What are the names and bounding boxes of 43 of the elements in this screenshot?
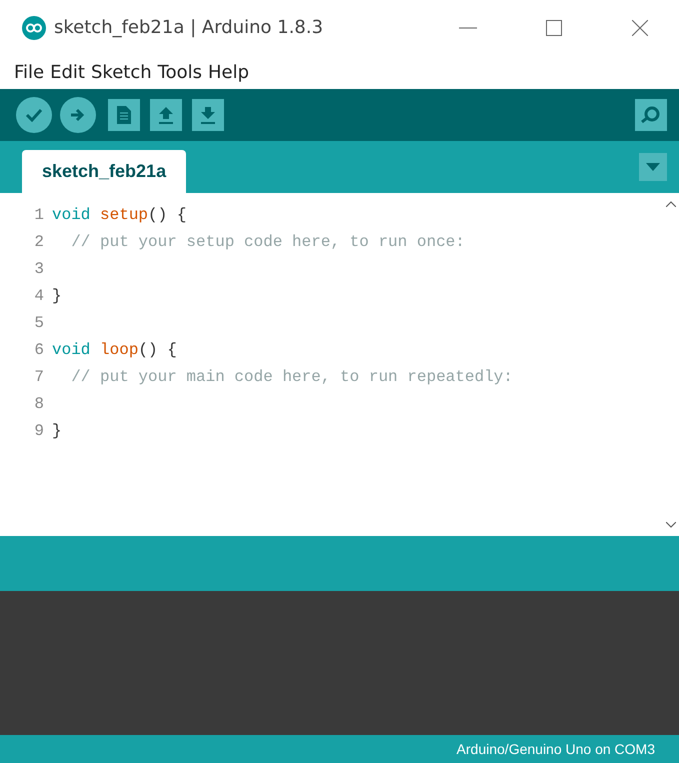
line-number: 2 [33, 232, 45, 250]
close-icon [632, 20, 648, 36]
line-number: 3 [33, 260, 45, 278]
menu-item[interactable]: Sketch [90, 62, 152, 82]
code-line: // put your main code here, to run repeatedly: [70, 368, 513, 386]
code-line: void setup() { [52, 206, 186, 224]
arrow-down-icon [199, 105, 217, 125]
document-icon [116, 105, 132, 125]
tab[interactable]: sketch_feb21a [22, 150, 186, 193]
caret-down-icon [646, 163, 660, 171]
line-number: 4 [33, 286, 45, 304]
maximize-icon [546, 20, 562, 36]
verify-button[interactable] [16, 97, 52, 133]
open-button[interactable] [150, 99, 182, 131]
line-number: 1 [33, 206, 45, 224]
upload-button[interactable] [60, 97, 96, 133]
menu-item[interactable]: Edit [50, 62, 85, 82]
save-button[interactable] [192, 99, 224, 131]
scroll-up-icon [666, 201, 676, 207]
checkmark-icon [25, 108, 43, 122]
code-line: } [52, 422, 62, 440]
line-number: 7 [33, 368, 45, 386]
board-port-label: Arduino/Genuino Uno on COM3 [456, 741, 655, 757]
code-line: // put your setup code here, to run once: [70, 232, 465, 250]
menu-item[interactable]: File [14, 62, 44, 82]
line-number: 6 [33, 340, 45, 358]
minimize-icon [459, 26, 477, 28]
arrow-right-icon [69, 107, 87, 123]
menu-item[interactable]: Help [208, 62, 250, 82]
line-number: 5 [33, 314, 45, 332]
line-number: 9 [33, 422, 45, 440]
scroll-down-icon [666, 522, 676, 528]
tab-menu-button[interactable] [639, 153, 667, 181]
magnifier-icon [640, 106, 662, 124]
new-button[interactable] [108, 99, 140, 131]
serial-monitor-button[interactable] [635, 99, 667, 131]
menu-item[interactable]: Tools [158, 62, 202, 82]
app-logo-icon [22, 16, 46, 40]
line-number: 8 [33, 394, 45, 412]
window-title: sketch_feb21a | Arduino 1.8.3 [54, 17, 324, 38]
code-line: } [52, 286, 62, 304]
arrow-up-icon [157, 105, 175, 125]
code-line: void loop() { [52, 340, 177, 358]
